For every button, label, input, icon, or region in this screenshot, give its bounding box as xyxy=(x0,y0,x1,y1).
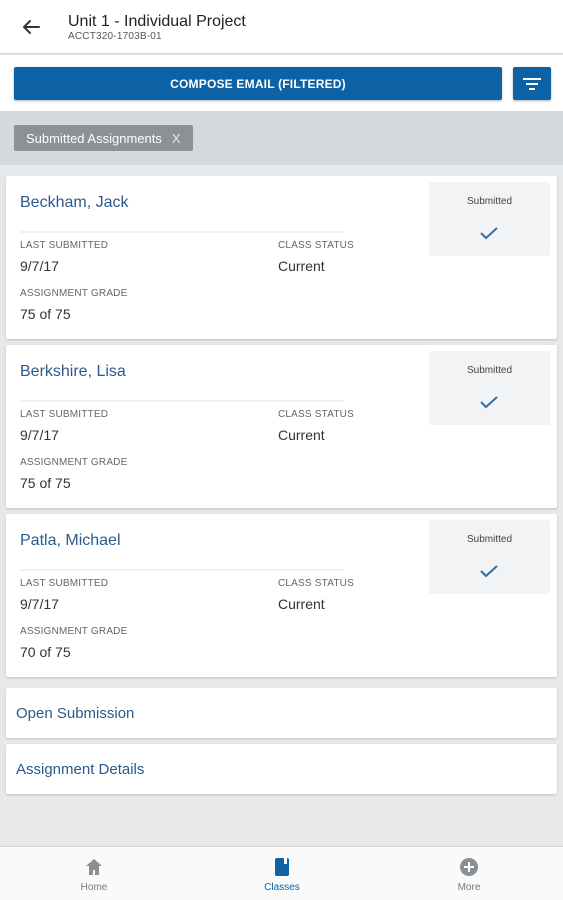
divider xyxy=(20,569,344,571)
filter-chip-bar: Submitted Assignments X xyxy=(0,111,563,165)
home-icon xyxy=(86,859,102,875)
nav-classes-label: Classes xyxy=(264,882,300,893)
nav-more[interactable]: More xyxy=(409,847,529,900)
submission-status-box: Submitted xyxy=(429,520,550,594)
submission-status-text: Submitted xyxy=(466,365,513,376)
open-submission-label: Open Submission xyxy=(16,705,135,722)
filter-chip-submitted[interactable]: Submitted Assignments X xyxy=(14,125,193,151)
submission-status-box: Submitted xyxy=(429,351,550,425)
check-icon xyxy=(480,565,498,578)
back-button[interactable] xyxy=(16,13,46,41)
open-submission-link[interactable]: Open Submission xyxy=(6,688,557,738)
check-icon xyxy=(480,396,498,409)
classes-icon xyxy=(275,858,289,876)
page-title: Unit 1 - Individual Project xyxy=(68,13,246,30)
divider xyxy=(20,231,344,233)
compose-area: COMPOSE EMAIL (FILTERED) xyxy=(0,55,563,111)
last-submitted-label: LAST SUBMITTED xyxy=(20,578,109,589)
student-card: Berkshire, Lisa LAST SUBMITTED 9/7/17 CL… xyxy=(6,345,557,508)
filter-button[interactable] xyxy=(513,67,551,100)
assignment-grade-label: ASSIGNMENT GRADE xyxy=(20,457,128,468)
divider xyxy=(20,400,344,402)
compose-email-button[interactable]: COMPOSE EMAIL (FILTERED) xyxy=(14,67,502,100)
student-name[interactable]: Berkshire, Lisa xyxy=(20,363,126,381)
student-name[interactable]: Patla, Michael xyxy=(20,532,121,550)
last-submitted-label: LAST SUBMITTED xyxy=(20,240,109,251)
back-arrow-icon xyxy=(23,20,40,34)
class-status-value: Current xyxy=(278,427,325,443)
submission-status-box: Submitted xyxy=(429,182,550,256)
assignment-grade-value: 75 of 75 xyxy=(20,306,71,322)
assignment-details-link[interactable]: Assignment Details xyxy=(6,744,557,794)
assignment-grade-value: 70 of 75 xyxy=(20,644,71,660)
last-submitted-value: 9/7/17 xyxy=(20,596,59,612)
filter-chip-label: Submitted Assignments xyxy=(26,130,162,146)
nav-more-label: More xyxy=(457,882,481,893)
assignment-grade-value: 75 of 75 xyxy=(20,475,71,491)
course-code: ACCT320-1703B-01 xyxy=(68,31,162,42)
nav-home-label: Home xyxy=(80,882,108,893)
student-card: Beckham, Jack LAST SUBMITTED 9/7/17 CLAS… xyxy=(6,176,557,339)
class-status-value: Current xyxy=(278,258,325,274)
class-status-label: CLASS STATUS xyxy=(278,240,354,251)
last-submitted-value: 9/7/17 xyxy=(20,258,59,274)
submission-status-text: Submitted xyxy=(466,534,513,545)
bottom-navigation: Home Classes More xyxy=(0,846,563,900)
submission-status-text: Submitted xyxy=(466,196,513,207)
assignment-details-label: Assignment Details xyxy=(16,761,145,778)
chip-close-icon[interactable]: X xyxy=(172,131,181,146)
app-header: Unit 1 - Individual Project ACCT320-1703… xyxy=(0,0,563,54)
class-status-label: CLASS STATUS xyxy=(278,409,354,420)
nav-home[interactable]: Home xyxy=(34,847,154,900)
student-name[interactable]: Beckham, Jack xyxy=(20,194,128,212)
app-root: Unit 1 - Individual Project ACCT320-1703… xyxy=(0,0,563,900)
student-card: Patla, Michael LAST SUBMITTED 9/7/17 CLA… xyxy=(6,514,557,677)
assignment-grade-label: ASSIGNMENT GRADE xyxy=(20,626,128,637)
nav-classes[interactable]: Classes xyxy=(222,847,342,900)
class-status-label: CLASS STATUS xyxy=(278,578,354,589)
filter-icon xyxy=(523,77,541,90)
last-submitted-label: LAST SUBMITTED xyxy=(20,409,109,420)
last-submitted-value: 9/7/17 xyxy=(20,427,59,443)
check-icon xyxy=(480,227,498,240)
more-icon xyxy=(460,858,478,876)
class-status-value: Current xyxy=(278,596,325,612)
assignment-grade-label: ASSIGNMENT GRADE xyxy=(20,288,128,299)
